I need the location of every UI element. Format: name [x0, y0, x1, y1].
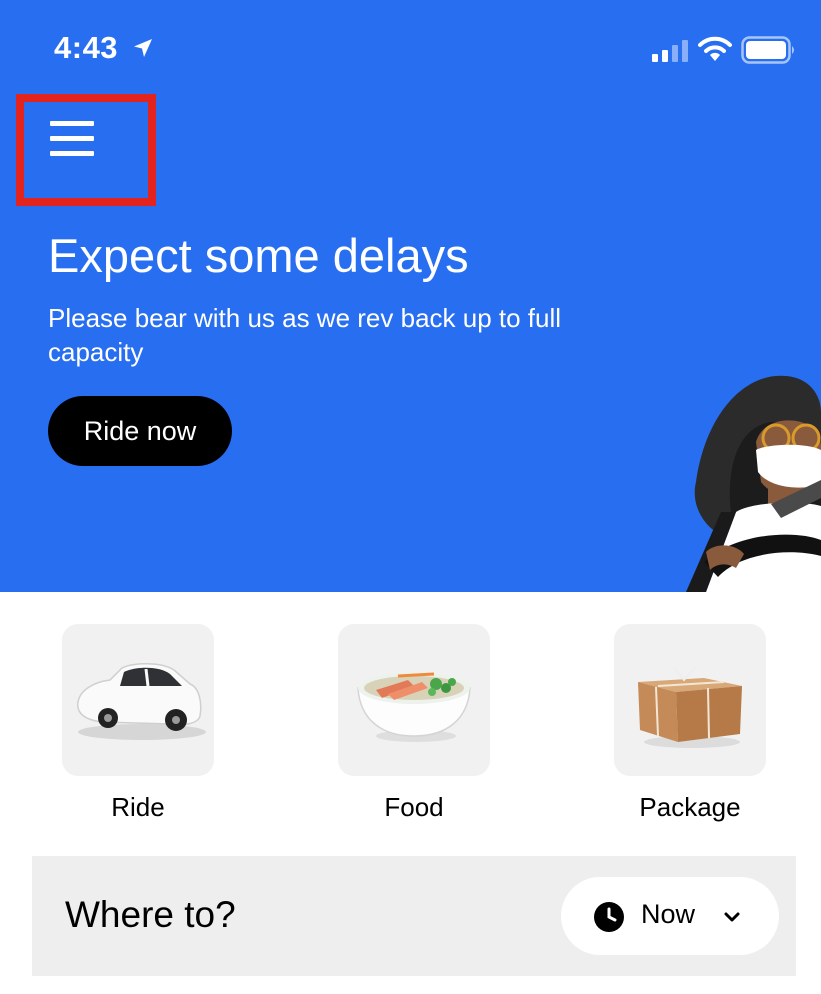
promo-banner: 4:43 Expect some delays Please bear with…: [0, 0, 821, 592]
clock-icon: [594, 902, 624, 932]
package-box-icon: [638, 665, 742, 748]
location-arrow-icon: [134, 39, 152, 57]
promo-subtitle: Please bear with us as we rev back up to…: [48, 303, 562, 367]
package-tile[interactable]: [614, 624, 766, 776]
status-time: 4:43: [54, 30, 119, 65]
driver-illustration: [686, 375, 821, 592]
where-to-search-bar[interactable]: Where to? Now: [32, 856, 796, 976]
wifi-icon: [698, 36, 732, 61]
ride-tile[interactable]: [62, 624, 214, 776]
schedule-now-label: Now: [641, 899, 696, 929]
ride-now-button[interactable]: Ride now: [48, 396, 232, 466]
hamburger-menu-icon[interactable]: [50, 121, 94, 157]
food-label: Food: [384, 792, 444, 822]
battery-icon: [741, 36, 794, 64]
food-tile[interactable]: [338, 624, 490, 776]
page-title: Expect some delays: [48, 229, 469, 282]
chevron-down-icon: [724, 912, 740, 922]
ride-label: Ride: [111, 792, 165, 822]
car-icon: [77, 663, 206, 740]
food-bowl-icon: [357, 672, 471, 742]
schedule-now-button[interactable]: Now: [561, 877, 779, 955]
package-label: Package: [639, 792, 741, 822]
where-to-label: Where to?: [65, 894, 236, 935]
cellular-signal-icon: [652, 40, 688, 62]
